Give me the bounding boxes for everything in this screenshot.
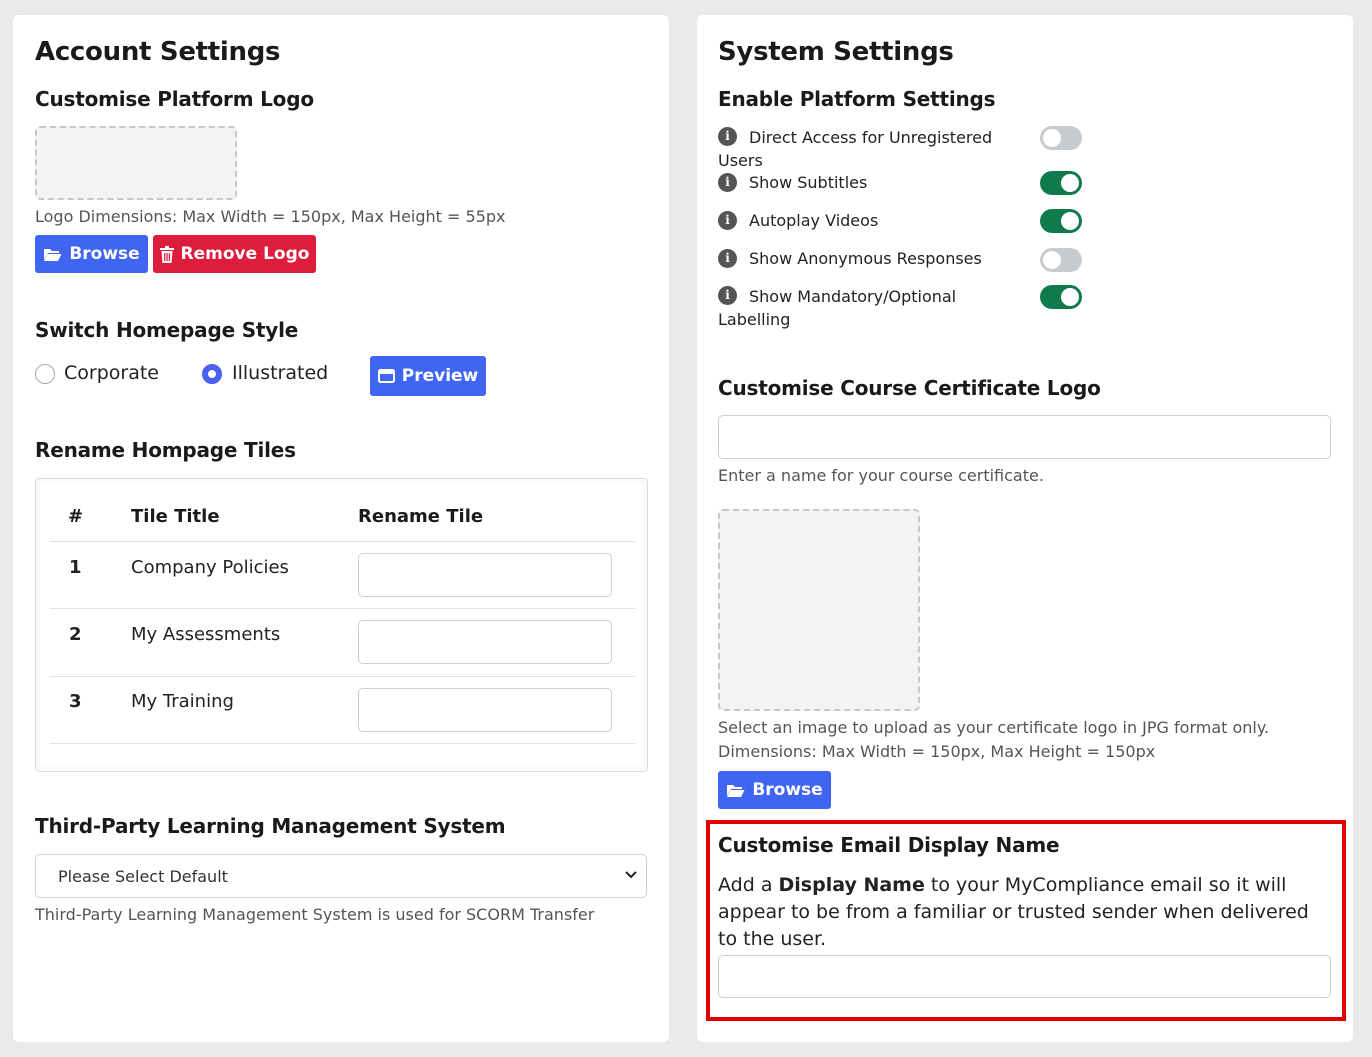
info-icon[interactable]: i [718, 249, 737, 268]
info-icon[interactable]: i [718, 211, 737, 230]
mandatory-optional-toggle[interactable] [1040, 285, 1082, 309]
show-subtitles-toggle[interactable] [1040, 171, 1082, 195]
browse-label: Browse [69, 244, 140, 264]
row-number: 3 [69, 691, 82, 712]
corporate-label: Corporate [64, 362, 159, 384]
logo-dimensions-text: Logo Dimensions: Max Width = 150px, Max … [35, 207, 506, 226]
lms-help-text: Third-Party Learning Management System i… [35, 905, 595, 924]
email-display-heading: Customise Email Display Name [718, 833, 1060, 857]
row-tile-title: My Training [131, 691, 234, 712]
browse-certificate-button[interactable]: Browse [718, 771, 831, 809]
certificate-name-input[interactable] [718, 415, 1331, 459]
lms-heading: Third-Party Learning Management System [35, 814, 506, 838]
lms-select[interactable]: Please Select Default [35, 854, 647, 898]
table-header-number: # [68, 506, 84, 527]
system-settings-panel: System Settings Enable Platform Settings… [697, 15, 1353, 1042]
row-tile-title: Company Policies [131, 557, 289, 578]
remove-logo-label: Remove Logo [180, 244, 310, 264]
setting-mandatory-label: Show Mandatory/Optional Labelling [718, 287, 957, 329]
setting-direct-access-label: Direct Access for Unregistered Users [718, 128, 993, 170]
browse-logo-button[interactable]: Browse [35, 235, 148, 273]
window-icon [377, 369, 395, 383]
setting-autoplay-label: Autoplay Videos [749, 211, 879, 230]
row-tile-title: My Assessments [131, 624, 281, 645]
account-settings-panel: Account Settings Customise Platform Logo… [13, 15, 669, 1042]
homepage-style-heading: Switch Homepage Style [35, 318, 299, 342]
certificate-name-help: Enter a name for your course certificate… [718, 466, 1044, 485]
table-divider [50, 743, 635, 744]
folder-open-icon [44, 248, 62, 261]
row-number: 1 [69, 557, 82, 578]
autoplay-videos-toggle[interactable] [1040, 209, 1082, 233]
illustrated-label: Illustrated [232, 362, 329, 384]
platform-logo-heading: Customise Platform Logo [35, 87, 314, 111]
rename-tile-input[interactable] [358, 553, 612, 597]
system-settings-title: System Settings [718, 37, 954, 67]
certificate-logo-preview [718, 509, 920, 711]
table-divider [50, 608, 635, 609]
preview-label: Preview [401, 366, 479, 386]
info-icon[interactable]: i [718, 173, 737, 192]
preview-button[interactable]: Preview [370, 356, 486, 396]
table-divider [50, 541, 635, 542]
browse-label: Browse [752, 780, 823, 800]
table-header-tile-title: Tile Title [131, 506, 220, 527]
email-display-description: Add a Display Name to your MyCompliance … [718, 874, 1309, 950]
certificate-logo-heading: Customise Course Certificate Logo [718, 376, 1101, 400]
chevron-down-icon [624, 867, 638, 885]
trash-icon [159, 245, 174, 263]
platform-logo-preview [35, 126, 237, 200]
tiles-table: # Tile Title Rename Tile 1 Company Polic… [40, 483, 643, 767]
certificate-image-help-1: Select an image to upload as your certif… [718, 718, 1270, 737]
anonymous-responses-toggle[interactable] [1040, 248, 1082, 272]
email-display-name-input[interactable] [718, 955, 1331, 998]
illustrated-radio[interactable] [202, 364, 222, 384]
enable-platform-heading: Enable Platform Settings [718, 87, 996, 111]
folder-open-icon [727, 784, 745, 797]
lms-select-value: Please Select Default [58, 866, 228, 886]
setting-show-subtitles-label: Show Subtitles [749, 173, 868, 192]
direct-access-toggle[interactable] [1040, 126, 1082, 150]
table-header-rename-tile: Rename Tile [358, 506, 484, 527]
rename-tile-input[interactable] [358, 688, 612, 732]
corporate-radio[interactable] [35, 364, 55, 384]
remove-logo-button[interactable]: Remove Logo [153, 235, 316, 273]
rename-tiles-heading: Rename Hompage Tiles [35, 438, 296, 462]
row-number: 2 [69, 624, 82, 645]
table-divider [50, 676, 635, 677]
account-settings-title: Account Settings [35, 37, 281, 67]
tiles-table-container: # Tile Title Rename Tile 1 Company Polic… [35, 478, 648, 772]
setting-anonymous-label: Show Anonymous Responses [749, 249, 982, 268]
certificate-image-help-2: Dimensions: Max Width = 150px, Max Heigh… [718, 742, 1156, 761]
rename-tile-input[interactable] [358, 620, 612, 664]
